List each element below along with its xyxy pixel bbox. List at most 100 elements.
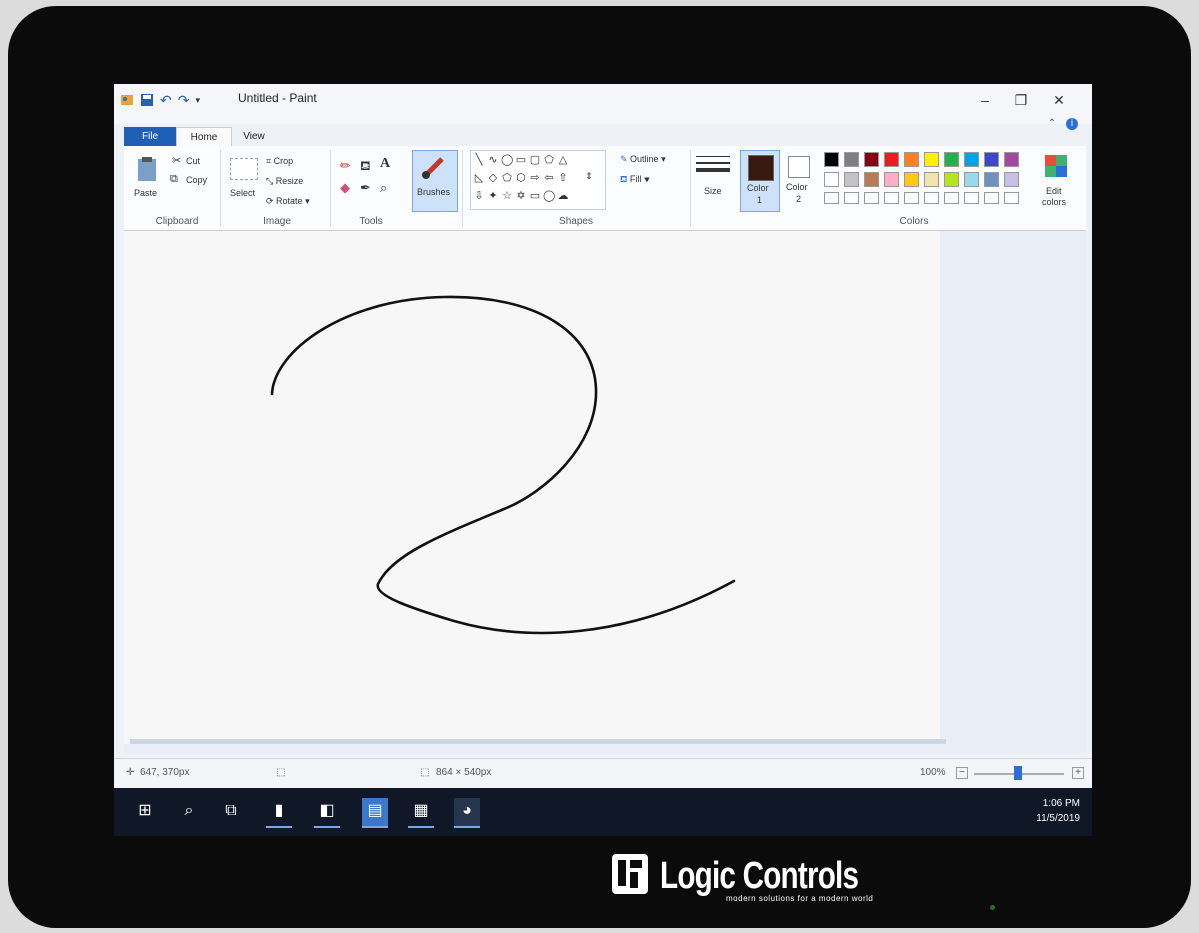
- taskbar-app-4-icon[interactable]: ▦: [408, 798, 434, 828]
- palette-custom-slot[interactable]: [1004, 192, 1019, 204]
- palette-swatch[interactable]: [984, 172, 999, 187]
- triangle-shape-icon[interactable]: △: [557, 153, 569, 166]
- resize-label: Resize: [275, 176, 304, 186]
- taskbar-app-3-icon[interactable]: ▤: [362, 798, 388, 828]
- palette-custom-slot[interactable]: [884, 192, 899, 204]
- rotate-dropdown-icon: ▾: [302, 196, 310, 206]
- drawing-canvas[interactable]: [124, 231, 940, 744]
- magnifier-icon[interactable]: ⌕: [380, 180, 387, 196]
- redo-icon[interactable]: ↷: [178, 92, 190, 109]
- shapes-gallery[interactable]: ╲ ∿ ◯ ▭ ▢ ⬠ △ ◺ ◇ ⬠ ⬡ ⇨ ⇦ ⇧ ⇩ ✦ ☆ ✡ ▭ ◯ …: [470, 150, 606, 210]
- diamond-shape-icon[interactable]: ◇: [487, 171, 499, 184]
- palette-custom-slot[interactable]: [904, 192, 919, 204]
- palette-swatch[interactable]: [884, 172, 899, 187]
- palette-swatch[interactable]: [904, 152, 919, 167]
- color-picker-icon[interactable]: ✒: [360, 180, 371, 196]
- palette-swatch[interactable]: [904, 172, 919, 187]
- zoom-slider-thumb[interactable]: [1014, 766, 1022, 780]
- taskbar-clock[interactable]: 1:06 PM 11/5/2019: [1036, 796, 1080, 826]
- palette-swatch[interactable]: [844, 172, 859, 187]
- customize-qat-icon[interactable]: ▾: [195, 95, 200, 106]
- taskbar-app-1-icon[interactable]: ▮: [266, 798, 292, 828]
- taskbar-app-2-icon[interactable]: ◧: [314, 798, 340, 828]
- palette-custom-slot[interactable]: [844, 192, 859, 204]
- window-title: Untitled - Paint: [238, 91, 317, 105]
- resize-button[interactable]: ⤡ Resize: [266, 176, 303, 187]
- polygon-shape-icon[interactable]: ⬠: [543, 153, 555, 166]
- outline-button[interactable]: ✎ Outline ▾: [620, 154, 666, 165]
- palette-swatch[interactable]: [864, 172, 879, 187]
- pencil-icon[interactable]: ✏: [340, 158, 351, 174]
- resize-icon: ⤡: [266, 176, 276, 186]
- right-triangle-shape-icon[interactable]: ◺: [473, 171, 485, 184]
- color-2-button[interactable]: Color 2: [782, 150, 816, 210]
- six-point-star-shape-icon[interactable]: ✡: [515, 189, 527, 202]
- palette-swatch[interactable]: [1004, 152, 1019, 167]
- palette-swatch[interactable]: [924, 152, 939, 167]
- palette-custom-slot[interactable]: [984, 192, 999, 204]
- four-point-star-shape-icon[interactable]: ✦: [487, 189, 499, 202]
- palette-swatch[interactable]: [1004, 172, 1019, 187]
- zoom-out-button[interactable]: −: [956, 767, 968, 779]
- palette-swatch[interactable]: [824, 172, 839, 187]
- rectangle-shape-icon[interactable]: ▭: [515, 153, 527, 166]
- up-arrow-shape-icon[interactable]: ⇧: [557, 171, 569, 184]
- palette-swatch[interactable]: [944, 152, 959, 167]
- collapse-ribbon-icon[interactable]: ⌃: [1046, 118, 1058, 130]
- task-view-icon[interactable]: ⧉: [218, 798, 244, 824]
- pentagon-shape-icon[interactable]: ⬠: [501, 171, 513, 184]
- palette-custom-slot[interactable]: [944, 192, 959, 204]
- callout-shape-icon[interactable]: ▭: [529, 189, 541, 202]
- help-icon[interactable]: i: [1066, 118, 1078, 130]
- undo-icon[interactable]: ↶: [160, 92, 172, 109]
- minimize-button[interactable]: –: [974, 92, 996, 108]
- down-arrow-shape-icon[interactable]: ⇩: [473, 189, 485, 202]
- crop-button[interactable]: ⌗ Crop: [266, 156, 293, 167]
- palette-custom-slot[interactable]: [864, 192, 879, 204]
- palette-swatch[interactable]: [964, 172, 979, 187]
- eraser-icon[interactable]: ◆: [340, 180, 350, 196]
- fill-icon[interactable]: ⛾: [360, 158, 371, 176]
- taskbar-paint-icon[interactable]: ◕: [454, 798, 480, 828]
- color-1-button[interactable]: Color 1: [740, 150, 780, 212]
- palette-swatch[interactable]: [924, 172, 939, 187]
- save-icon[interactable]: [140, 93, 154, 107]
- line-shape-icon[interactable]: ╲: [473, 153, 485, 166]
- palette-custom-slot[interactable]: [964, 192, 979, 204]
- horizontal-scrollbar[interactable]: [130, 739, 946, 744]
- zoom-level: 100%: [920, 767, 946, 778]
- curve-shape-icon[interactable]: ∿: [487, 153, 499, 166]
- left-arrow-shape-icon[interactable]: ⇦: [543, 171, 555, 184]
- oval-shape-icon[interactable]: ◯: [501, 153, 513, 166]
- palette-swatch[interactable]: [864, 152, 879, 167]
- right-arrow-shape-icon[interactable]: ⇨: [529, 171, 541, 184]
- five-point-star-shape-icon[interactable]: ☆: [501, 189, 513, 202]
- oval-callout-shape-icon[interactable]: ◯: [543, 189, 555, 202]
- tab-home[interactable]: Home: [176, 127, 232, 147]
- palette-custom-slot[interactable]: [824, 192, 839, 204]
- fill-button[interactable]: ⛾ Fill ▾: [620, 174, 650, 186]
- palette-swatch[interactable]: [944, 172, 959, 187]
- palette-swatch[interactable]: [824, 152, 839, 167]
- hexagon-shape-icon[interactable]: ⬡: [515, 171, 527, 184]
- search-icon[interactable]: ⌕: [176, 798, 202, 824]
- taskbar: ⊞ ⌕ ⧉ ▮ ◧ ▤ ▦ ◕ 1:06 PM 11/5/2019: [114, 788, 1092, 836]
- zoom-in-button[interactable]: +: [1072, 767, 1084, 779]
- palette-swatch[interactable]: [984, 152, 999, 167]
- text-icon[interactable]: A: [380, 156, 390, 172]
- close-button[interactable]: ✕: [1048, 92, 1070, 109]
- palette-swatch[interactable]: [884, 152, 899, 167]
- rotate-button[interactable]: ⟳ Rotate ▾: [266, 196, 310, 207]
- tab-view[interactable]: View: [232, 127, 276, 146]
- restore-button[interactable]: ❐: [1010, 92, 1032, 109]
- tab-file[interactable]: File: [124, 127, 176, 146]
- brushes-button[interactable]: Brushes: [412, 150, 458, 212]
- start-windows-icon[interactable]: ⊞: [132, 798, 158, 824]
- palette-custom-slot[interactable]: [924, 192, 939, 204]
- cloud-callout-shape-icon[interactable]: ☁: [557, 189, 569, 202]
- shapes-scroll-icon[interactable]: ⇕: [583, 171, 595, 182]
- palette-swatch[interactable]: [964, 152, 979, 167]
- palette-swatch[interactable]: [844, 152, 859, 167]
- rounded-rectangle-shape-icon[interactable]: ▢: [529, 153, 541, 166]
- outline-label: Outline: [630, 154, 659, 164]
